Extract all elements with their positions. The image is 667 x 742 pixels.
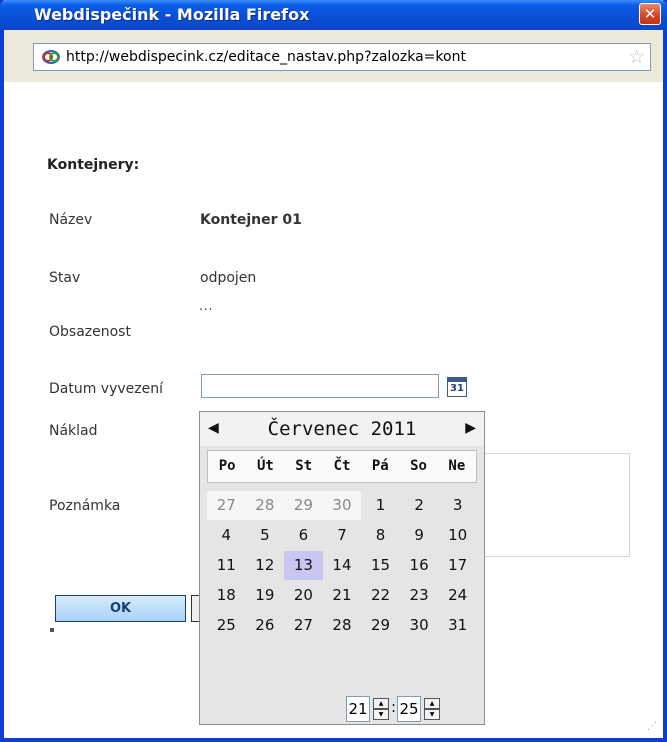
window-title: Webdispečink - Mozilla Firefox	[34, 5, 310, 24]
weekday-label: St	[295, 458, 313, 474]
time-separator: :	[391, 698, 397, 716]
poznamka-label: Poznámka	[49, 498, 121, 514]
calendar-day[interactable]: 30	[322, 491, 362, 520]
weekday-label: Ne	[448, 458, 466, 474]
focus-marker	[50, 628, 54, 632]
calendar-week-row: 27 28 29 30 1 2 3	[207, 491, 477, 521]
calendar-title: Červenec 2011	[267, 418, 417, 440]
minute-spinner: ▲ ▼	[424, 698, 440, 720]
weekday-label: Pá	[371, 458, 389, 474]
nazev-label: Název	[49, 212, 93, 228]
weekday-label: Út	[256, 458, 274, 474]
calendar-day[interactable]: 7	[323, 521, 362, 550]
calendar-week-row: 11 12 13 14 15 16 17	[207, 551, 477, 581]
calendar-day[interactable]: 24	[438, 581, 477, 610]
calendar-day[interactable]: 4	[207, 521, 246, 550]
hour-down-icon[interactable]: ▼	[373, 709, 389, 720]
calendar-day[interactable]: 27	[207, 491, 246, 520]
calendar-header: ◀ Červenec 2011 ▶	[200, 412, 484, 446]
calendar-day[interactable]: 28	[245, 491, 285, 520]
calendar-day[interactable]: 29	[361, 611, 400, 640]
calendar-day[interactable]: 14	[323, 551, 362, 580]
calendar-day[interactable]: 9	[400, 521, 439, 550]
calendar-day[interactable]: 20	[284, 581, 323, 610]
calendar-day[interactable]: 3	[438, 491, 477, 520]
naklad-label: Náklad	[49, 423, 98, 439]
naklad-input[interactable]	[474, 453, 630, 557]
section-title: Kontejnery:	[47, 157, 140, 173]
nazev-value: Kontejner 01	[200, 212, 302, 228]
calendar-day[interactable]: 19	[246, 581, 285, 610]
calendar-day[interactable]: 22	[361, 581, 400, 610]
resize-grip-icon[interactable]: ⋰	[647, 722, 657, 732]
calendar-week-row: 25 26 27 28 29 30 31	[207, 611, 477, 641]
datum-input[interactable]	[201, 374, 439, 398]
calendar-day[interactable]: 15	[361, 551, 400, 580]
calendar-day[interactable]: 18	[207, 581, 246, 610]
hour-input[interactable]: 21	[346, 696, 370, 722]
calendar-day[interactable]: 11	[207, 551, 246, 580]
hour-up-icon[interactable]: ▲	[373, 698, 389, 709]
next-month-icon[interactable]: ▶	[465, 420, 476, 436]
ok-button[interactable]: OK	[55, 595, 186, 622]
calendar-day[interactable]: 21	[323, 581, 362, 610]
hour-spinner: ▲ ▼	[373, 698, 389, 720]
stav-value: odpojen	[200, 270, 257, 286]
calendar-week-row: 4 5 6 7 8 9 10	[207, 521, 477, 551]
minute-up-icon[interactable]: ▲	[424, 698, 440, 709]
weekday-label: Čt	[333, 458, 351, 474]
stav-label: Stav	[49, 270, 81, 286]
obsazenost-label: Obsazenost	[49, 324, 131, 340]
calendar-popup: ◀ Červenec 2011 ▶ Po Út St Čt Pá So Ne 2…	[199, 411, 485, 725]
weekday-label: Po	[218, 458, 236, 474]
calendar-day[interactable]: 2	[400, 491, 439, 520]
calendar-day[interactable]: 25	[207, 611, 246, 640]
calendar-day[interactable]: 28	[323, 611, 362, 640]
calendar-day[interactable]: 10	[438, 521, 477, 550]
calendar-week-row: 18 19 20 21 22 23 24	[207, 581, 477, 611]
calendar-day[interactable]: 17	[438, 551, 477, 580]
calendar-icon[interactable]: 31	[447, 377, 467, 397]
address-bar: http://webdispecink.cz/editace_nastav.ph…	[4, 30, 663, 82]
webdispecink-site-icon	[42, 50, 60, 64]
obsazenost-value: ...	[199, 299, 214, 313]
calendar-day[interactable]: 12	[246, 551, 285, 580]
calendar-day[interactable]: 6	[284, 521, 323, 550]
calendar-day[interactable]: 31	[438, 611, 477, 640]
weekday-header: Po Út St Čt Pá So Ne	[207, 450, 477, 483]
url-text: http://webdispecink.cz/editace_nastav.ph…	[66, 49, 466, 65]
calendar-day[interactable]: 30	[400, 611, 439, 640]
calendar-day-today[interactable]: 13	[284, 551, 323, 580]
calendar-day[interactable]: 16	[400, 551, 439, 580]
datum-label: Datum vyvezení	[49, 381, 164, 397]
star-icon[interactable]: ☆	[628, 46, 645, 68]
calendar-day[interactable]: 5	[246, 521, 285, 550]
calendar-grid: Po Út St Čt Pá So Ne 27 28 29 30 1 2 3 4 5 6 7 8 9 10…	[207, 450, 477, 641]
title-bar: Webdispečink - Mozilla Firefox ✕	[0, 0, 667, 30]
calendar-day[interactable]: 8	[361, 521, 400, 550]
calendar-day[interactable]: 1	[361, 491, 400, 520]
form-area: Kontejnery: Název Kontejner 01 Stav odpo…	[4, 82, 663, 738]
close-icon[interactable]: ✕	[639, 3, 661, 25]
calendar-day[interactable]: 29	[284, 491, 323, 520]
browser-window: Webdispečink - Mozilla Firefox ✕ http://…	[0, 0, 667, 742]
calendar-day[interactable]: 23	[400, 581, 439, 610]
minute-input[interactable]: 25	[397, 696, 421, 722]
calendar-day[interactable]: 26	[246, 611, 285, 640]
time-picker: 21 ▲ ▼ : 25 ▲ ▼	[200, 687, 484, 723]
calendar-days: 27 28 29 30 1 2 3 4 5 6 7 8 9 10 11 12 13 14 15 16 17 18 19 20 2…	[207, 491, 477, 641]
minute-down-icon[interactable]: ▼	[424, 709, 440, 720]
weekday-label: So	[410, 458, 427, 474]
url-field[interactable]: http://webdispecink.cz/editace_nastav.ph…	[33, 43, 651, 71]
calendar-day[interactable]: 27	[284, 611, 323, 640]
